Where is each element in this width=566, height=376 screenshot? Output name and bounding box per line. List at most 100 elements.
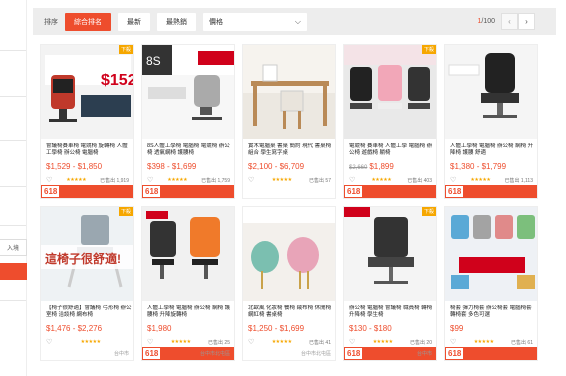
product-price: $1,980 bbox=[147, 324, 171, 333]
product-card[interactable]: $1529 618 下殺會議椅賽車椅 電競椅 旋轉椅 人體工學椅 辦公椅 電腦椅 $1… bbox=[40, 44, 134, 199]
sidebar-divider bbox=[0, 300, 26, 301]
product-meta: ♡ ★★★★★ 已售出 1,759 bbox=[147, 176, 230, 184]
sold-count: 已售出 1,113 bbox=[504, 177, 533, 184]
product-price: $1,476 - $2,276 bbox=[46, 324, 102, 333]
current-price: $99 bbox=[450, 324, 464, 333]
product-price: $398 - $1,699 bbox=[147, 162, 196, 171]
sale-618-label: 618 bbox=[446, 348, 464, 359]
product-meta: ♡ ★★★★★ 已售出 57 bbox=[248, 176, 331, 184]
rating-stars-icon: ★★★★★ bbox=[271, 339, 292, 345]
product-title[interactable]: 辦公椅 電腦椅 會議椅 職員椅 轉椅 升降椅 學生椅 bbox=[349, 305, 435, 319]
product-card[interactable]: 北歐風 化妝椅 餐椅 絨布椅 休閒椅 網紅椅 書桌椅 $1,250 - $1,69… bbox=[242, 206, 336, 361]
current-price: $2,100 - $6,709 bbox=[248, 162, 305, 171]
current-price: $1,476 - $2,276 bbox=[46, 324, 103, 333]
sale-banner: 618 bbox=[142, 185, 234, 198]
next-page-button[interactable]: › bbox=[518, 13, 535, 30]
heart-icon[interactable]: ♡ bbox=[46, 338, 52, 346]
mini-pager: 1/100 ‹ › bbox=[477, 13, 535, 30]
product-title[interactable]: 實木電腦桌 書桌 簡約 現代 書桌椅組合 學生寫字桌 bbox=[248, 143, 334, 157]
sort-price-select[interactable]: 價格 ⌵ bbox=[203, 12, 307, 31]
sort-price-label: 價格 bbox=[209, 18, 223, 26]
sort-relevance-button[interactable]: 綜合排名 bbox=[65, 12, 111, 31]
product-image[interactable]: $1529 bbox=[41, 45, 133, 139]
sort-latest-button[interactable]: 最新 bbox=[118, 12, 150, 31]
sold-count: 已售出 20 bbox=[410, 339, 432, 346]
product-card[interactable]: 618 下殺 辦公椅 電腦椅 會議椅 職員椅 轉椅 升降椅 學生椅 $130 - $1… bbox=[343, 206, 437, 361]
rating-stars-icon: ★★★★★ bbox=[470, 177, 491, 183]
product-card[interactable]: 實木電腦桌 書桌 簡約 現代 書桌椅組合 學生寫字桌 $2,100 - $6,70… bbox=[242, 44, 336, 199]
product-price: $2,660 $1,899 bbox=[349, 162, 394, 171]
heart-icon[interactable]: ♡ bbox=[450, 176, 456, 184]
current-price: $398 - $1,699 bbox=[147, 162, 197, 171]
product-card[interactable]: 618 椅套 彈力椅套 辦公椅套 電腦椅套 轉椅套 多色可選 $99 ♡ ★★★★★ 已售… bbox=[444, 206, 538, 361]
product-meta: ♡ ★★★★★ bbox=[46, 338, 129, 346]
heart-icon[interactable]: ♡ bbox=[450, 338, 456, 346]
chevron-down-icon: ⌵ bbox=[294, 16, 301, 26]
product-image[interactable] bbox=[344, 45, 436, 139]
prev-page-button[interactable]: ‹ bbox=[501, 13, 518, 30]
product-image[interactable] bbox=[142, 207, 234, 301]
heart-icon[interactable]: ♡ bbox=[248, 176, 254, 184]
heart-icon[interactable]: ♡ bbox=[46, 176, 52, 184]
product-image[interactable] bbox=[243, 207, 335, 301]
product-card[interactable]: 618 人體工學椅 電腦椅 辦公椅 網椅 護腰椅 升降旋轉椅 $1,980 ♡ ★★★★… bbox=[141, 206, 235, 361]
product-title[interactable]: 人體工學椅 電腦椅 辦公椅 網椅 護腰椅 升降旋轉椅 bbox=[147, 305, 233, 319]
product-meta: ♡ ★★★★★ 已售出 403 bbox=[349, 176, 432, 184]
rating-stars-icon: ★★★★★ bbox=[167, 177, 188, 183]
current-price: $1,250 - $1,699 bbox=[248, 324, 305, 333]
product-price: $99 bbox=[450, 324, 463, 333]
sale-618-label: 618 bbox=[143, 348, 161, 359]
product-meta: ♡ ★★★★★ 已售出 61 bbox=[450, 338, 533, 346]
product-price: $2,100 - $6,709 bbox=[248, 162, 304, 171]
product-title[interactable]: 【椅子很舒適】會議椅 弓形椅 辦公室椅 洽談椅 網布椅 bbox=[46, 305, 132, 319]
product-image[interactable]: 8S bbox=[142, 45, 234, 139]
sidebar-divider bbox=[0, 96, 26, 97]
product-image[interactable] bbox=[243, 45, 335, 139]
heart-icon[interactable]: ♡ bbox=[248, 338, 254, 346]
discount-badge: 下殺 bbox=[118, 207, 133, 216]
heart-icon[interactable]: ♡ bbox=[349, 176, 355, 184]
sale-618-label: 618 bbox=[42, 186, 60, 197]
sidebar-price-input[interactable]: 入境 bbox=[0, 239, 27, 256]
sold-count: 已售出 1,759 bbox=[201, 177, 230, 184]
sort-bar: 排序 綜合排名 最新 最熱銷 價格 ⌵ 1/100 ‹ › bbox=[33, 8, 556, 35]
product-title[interactable]: 椅套 彈力椅套 辦公椅套 電腦椅套 轉椅套 多色可選 bbox=[450, 305, 536, 319]
product-title[interactable]: 人體工學椅 電腦椅 辦公椅 網椅 升降椅 護腰 舒適 bbox=[450, 143, 536, 157]
product-card[interactable]: 618 下殺 電競椅 賽車椅 人體工學 電腦椅 辦公椅 遊戲椅 躺椅 $2,660 $1… bbox=[343, 44, 437, 199]
heart-icon[interactable]: ♡ bbox=[349, 338, 355, 346]
svg-text:這椅子很舒適!: 這椅子很舒適! bbox=[45, 251, 121, 266]
product-title[interactable]: 北歐風 化妝椅 餐椅 絨布椅 休閒椅 網紅椅 書桌椅 bbox=[248, 305, 334, 319]
product-title[interactable]: 會議椅賽車椅 電競椅 旋轉椅 人體工學椅 辦公椅 電腦椅 bbox=[46, 143, 132, 157]
sold-count: 已售出 41 bbox=[309, 339, 331, 346]
product-card[interactable]: 8S 618 8S人體工學椅 電腦椅 電競椅 辦公椅 透氣網椅 護腰椅 $398 - … bbox=[141, 44, 235, 199]
product-card[interactable]: 618 人體工學椅 電腦椅 辦公椅 網椅 升降椅 護腰 舒適 $1,380 - $1… bbox=[444, 44, 538, 199]
product-image[interactable]: 這椅子很舒適! bbox=[41, 207, 133, 301]
product-image[interactable] bbox=[344, 207, 436, 301]
rating-stars-icon: ★★★★★ bbox=[66, 177, 87, 183]
rating-stars-icon: ★★★★★ bbox=[170, 339, 191, 345]
sale-banner: 618 bbox=[445, 185, 537, 198]
total-pages: /100 bbox=[481, 18, 495, 25]
sale-banner: 618 bbox=[344, 185, 436, 198]
heart-icon[interactable]: ♡ bbox=[147, 338, 153, 346]
sale-618-label: 618 bbox=[446, 186, 464, 197]
product-price: $130 - $180 bbox=[349, 324, 392, 333]
seller-location: 台中市北屯區 bbox=[199, 351, 230, 357]
product-image[interactable] bbox=[445, 207, 537, 301]
sort-top-sales-button[interactable]: 最熱銷 bbox=[157, 12, 196, 31]
sold-count: 已售出 57 bbox=[309, 177, 331, 184]
heart-icon[interactable]: ♡ bbox=[147, 176, 153, 184]
product-card[interactable]: 這椅子很舒適! 下殺【椅子很舒適】會議椅 弓形椅 辦公室椅 洽談椅 網布椅 $1,4… bbox=[40, 206, 134, 361]
sidebar-divider bbox=[0, 186, 26, 187]
sidebar-apply-button[interactable] bbox=[0, 263, 27, 280]
sale-banner: 618 bbox=[41, 185, 133, 198]
product-meta: ♡ ★★★★★ 已售出 41 bbox=[248, 338, 331, 346]
product-image[interactable] bbox=[445, 45, 537, 139]
product-title[interactable]: 8S人體工學椅 電腦椅 電競椅 辦公椅 透氣網椅 護腰椅 bbox=[147, 143, 233, 157]
sidebar-divider bbox=[0, 50, 26, 51]
product-meta: ♡ ★★★★★ 已售出 1,113 bbox=[450, 176, 533, 184]
sidebar-divider bbox=[0, 140, 26, 141]
product-title[interactable]: 電競椅 賽車椅 人體工學 電腦椅 辦公椅 遊戲椅 躺椅 bbox=[349, 143, 435, 157]
original-price: $2,660 bbox=[349, 165, 368, 171]
seller-location: 台中市北屯區 bbox=[300, 351, 331, 357]
